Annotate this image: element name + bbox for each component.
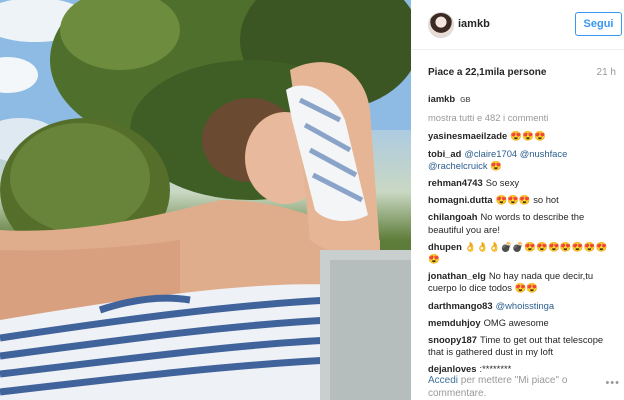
caption-author[interactable]: iamkb — [428, 93, 455, 104]
comment-text: OMG awesome — [483, 316, 549, 328]
comment-text: 😍😍😍 so hot — [495, 194, 559, 206]
comment-user[interactable]: rehman4743 — [428, 177, 483, 188]
post-header: iamkb Segui — [411, 0, 624, 50]
comment: chilangoah No words to describe the beaut… — [428, 211, 618, 235]
comment-user[interactable]: homagni.dutta — [428, 194, 493, 205]
comment: tobi_ad @claire1704 @nushface @rachelcrui… — [428, 148, 618, 172]
likes-count[interactable]: Piace a 22,1mila persone — [428, 67, 546, 78]
show-all-comments-link[interactable]: mostra tutti e 482 i commenti — [428, 112, 618, 124]
follow-button[interactable]: Segui — [575, 12, 622, 36]
comment-user[interactable]: tobi_ad — [428, 148, 461, 159]
post-time[interactable]: 21 h — [597, 67, 616, 78]
comment-text: :******** — [479, 363, 512, 375]
comment: memduhjoy OMG awesome — [428, 317, 618, 329]
comment-user[interactable]: dejanloves — [428, 363, 476, 374]
comment-user[interactable]: jonathan_elg — [428, 270, 486, 281]
comment: darthmango83 @whoisstinga — [428, 300, 618, 312]
comment-user[interactable]: darthmango83 — [428, 300, 493, 311]
comment-user[interactable]: memduhjoy — [428, 317, 481, 328]
comment: jonathan_elg No hay nada que decir,tu cue… — [428, 270, 618, 294]
comment: snoopy187 Time to get out that telescope … — [428, 334, 618, 358]
comment-user[interactable]: yasinesmaeilzade — [428, 130, 507, 141]
photo-image — [0, 0, 411, 400]
comments-list: iamkb GB mostra tutti e 482 i commenti ya… — [428, 93, 618, 381]
comment-user[interactable]: chilangoah — [428, 211, 477, 222]
comment: dhupen 👌👌👌💣💣😍😍😍😍😍😍😍😍 — [428, 241, 618, 265]
comment-text: 😍😍😍 — [510, 130, 546, 142]
comment-text: So sexy — [485, 177, 520, 189]
caption: iamkb GB — [428, 93, 618, 107]
login-link[interactable]: Accedi — [428, 375, 458, 386]
comment-user[interactable]: snoopy187 — [428, 334, 477, 345]
ellipsis-icon[interactable]: ••• — [605, 377, 620, 390]
login-prompt: Accedi per mettere "Mi piace" o commenta… — [428, 374, 624, 400]
post-details-panel: iamkb Segui Piace a 22,1mila persone 21 … — [411, 0, 624, 400]
comment-text[interactable]: @whoisstinga — [496, 300, 555, 311]
country-badge: GB — [460, 97, 471, 104]
profile-avatar[interactable] — [428, 12, 454, 38]
author-username[interactable]: iamkb — [458, 18, 490, 30]
post-photo[interactable] — [0, 0, 411, 400]
comment-user[interactable]: dhupen — [428, 241, 462, 252]
comment: yasinesmaeilzade 😍😍😍 — [428, 130, 618, 142]
comment: rehman4743 So sexy — [428, 177, 618, 189]
comment: homagni.dutta 😍😍😍 so hot — [428, 194, 618, 206]
